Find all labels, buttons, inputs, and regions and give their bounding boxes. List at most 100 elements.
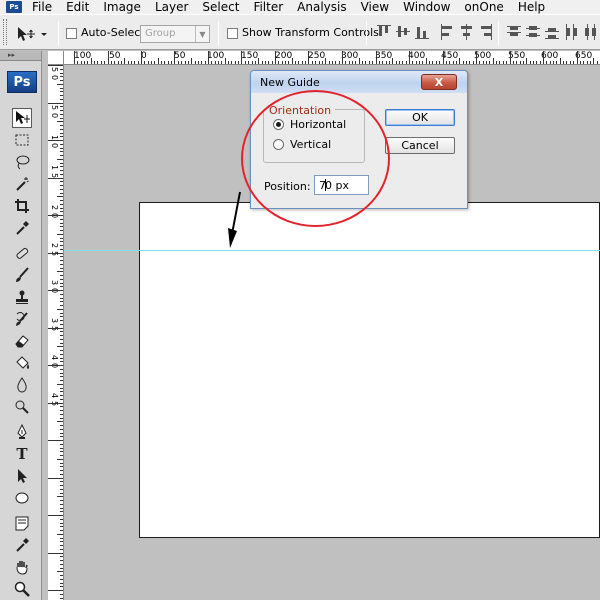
- paint-bucket-icon[interactable]: [12, 353, 32, 373]
- cancel-button[interactable]: Cancel: [385, 137, 455, 154]
- pen-icon[interactable]: [12, 422, 32, 442]
- options-bar-grip[interactable]: [3, 19, 7, 45]
- menu-view[interactable]: View: [355, 1, 397, 13]
- auto-select-checkbox[interactable]: [66, 28, 77, 39]
- move-icon[interactable]: [12, 108, 32, 128]
- eyedropper-icon[interactable]: [12, 218, 32, 238]
- ruler-tick: [516, 61, 517, 64]
- align-vertical-centers-icon[interactable]: [395, 23, 411, 41]
- brush-icon[interactable]: [12, 265, 32, 285]
- dodge-icon[interactable]: [12, 397, 32, 417]
- dialog-title-bar[interactable]: New Guide X: [251, 71, 467, 93]
- ruler-tick: [111, 61, 112, 64]
- clone-stamp-icon[interactable]: [12, 287, 32, 307]
- ruler-tick: [60, 241, 63, 242]
- ruler-tick: [432, 61, 433, 64]
- ruler-tick: [580, 61, 581, 64]
- ruler-tick: [382, 61, 383, 64]
- ruler-tick: [402, 61, 403, 64]
- menu-help[interactable]: Help: [512, 1, 553, 13]
- ruler-origin[interactable]: [48, 51, 64, 65]
- ruler-tick: [60, 256, 63, 257]
- hand-icon[interactable]: [12, 557, 32, 577]
- menu-filter[interactable]: Filter: [247, 1, 291, 13]
- menu-edit[interactable]: Edit: [60, 1, 97, 13]
- align-right-edges-icon[interactable]: [477, 23, 493, 41]
- ruler-tick: [60, 286, 63, 287]
- eyedropper2-icon[interactable]: [12, 535, 32, 555]
- eraser-icon[interactable]: [12, 331, 32, 351]
- vertical-ruler[interactable]: 5 0 5 0 1 0 1 5 2 0 2 5 3 0 3 5 4 0 4 5: [48, 65, 64, 600]
- align-horizontal-centers-icon[interactable]: [458, 23, 474, 41]
- show-transform-checkbox[interactable]: [227, 28, 238, 39]
- toolbox-collapse-handle[interactable]: ▸▸: [0, 51, 41, 61]
- ruler-tick: [288, 61, 289, 64]
- menu-analysis[interactable]: Analysis: [291, 1, 354, 13]
- ruler-tick: [60, 541, 63, 542]
- notes-icon[interactable]: [12, 513, 32, 533]
- ruler-tick: [60, 433, 63, 434]
- blur-icon[interactable]: [12, 375, 32, 395]
- shape-icon[interactable]: [12, 488, 32, 508]
- menu-image[interactable]: Image: [97, 1, 149, 13]
- magic-wand-icon[interactable]: [12, 174, 32, 194]
- ruler-tick: [60, 148, 63, 149]
- menu-window[interactable]: Window: [397, 1, 458, 13]
- ruler-tick: [60, 223, 63, 224]
- horizontal-guide-line[interactable]: [65, 250, 600, 251]
- ruler-tick: [376, 51, 377, 64]
- ruler-tick: [57, 196, 63, 197]
- menu-select[interactable]: Select: [196, 1, 247, 13]
- history-brush-icon[interactable]: [12, 309, 32, 329]
- ruler-tick: [392, 58, 393, 64]
- path-selection-icon[interactable]: [12, 466, 32, 486]
- show-transform-label: Show Transform Controls: [242, 26, 379, 39]
- chevron-down-icon: ▼: [195, 26, 209, 42]
- ruler-tick: [449, 61, 450, 64]
- auto-select-target-select[interactable]: Group ▼: [140, 25, 210, 43]
- align-left-edges-icon[interactable]: [439, 23, 455, 41]
- ruler-tick: [587, 61, 588, 64]
- menu-file[interactable]: File: [26, 1, 60, 13]
- crop-icon[interactable]: [12, 196, 32, 216]
- healing-brush-icon[interactable]: [12, 243, 32, 263]
- distribute-top-icon[interactable]: [506, 23, 522, 41]
- close-button[interactable]: X: [421, 74, 457, 90]
- ruler-label: 5: [50, 67, 59, 73]
- distribute-vertical-centers-icon[interactable]: [525, 23, 541, 41]
- ruler-label: 3: [50, 280, 59, 286]
- app-icon[interactable]: Ps: [6, 1, 22, 13]
- ruler-tick: [60, 350, 63, 351]
- ruler-tick: [60, 238, 63, 239]
- distribute-left-icon[interactable]: [563, 23, 579, 41]
- tool-preset-picker[interactable]: [14, 23, 48, 45]
- align-bottom-edges-icon[interactable]: [414, 23, 430, 41]
- align-top-edges-icon[interactable]: [376, 23, 392, 41]
- distribute-horizontal-centers-icon[interactable]: [582, 23, 598, 41]
- ruler-tick: [60, 170, 63, 171]
- separator: [498, 21, 499, 45]
- ruler-tick: [60, 343, 63, 344]
- type-icon[interactable]: T: [12, 444, 32, 464]
- photoshop-logo[interactable]: Ps: [7, 71, 37, 93]
- ruler-tick: [60, 418, 63, 419]
- lasso-icon[interactable]: [12, 152, 32, 172]
- ruler-tick: [60, 511, 63, 512]
- zoom-icon[interactable]: [12, 579, 32, 599]
- move-tool-icon: [18, 27, 47, 41]
- ruler-label: 100: [207, 51, 225, 61]
- marquee-icon[interactable]: [12, 130, 32, 150]
- ruler-tick: [292, 58, 293, 64]
- ok-button[interactable]: OK: [385, 109, 455, 126]
- document-canvas[interactable]: [139, 202, 600, 538]
- menu-layer[interactable]: Layer: [149, 1, 196, 13]
- ruler-tick: [60, 523, 63, 524]
- ruler-tick: [60, 500, 63, 501]
- ruler-tick: [238, 61, 239, 64]
- ruler-tick: [345, 61, 346, 64]
- menu-onone[interactable]: onOne: [458, 1, 511, 13]
- ruler-tick: [272, 61, 273, 64]
- ruler-tick: [469, 61, 470, 64]
- distribute-bottom-icon[interactable]: [544, 23, 560, 41]
- horizontal-ruler[interactable]: 100 50 0 50 100 150 200 250 300 350 400 …: [64, 51, 600, 65]
